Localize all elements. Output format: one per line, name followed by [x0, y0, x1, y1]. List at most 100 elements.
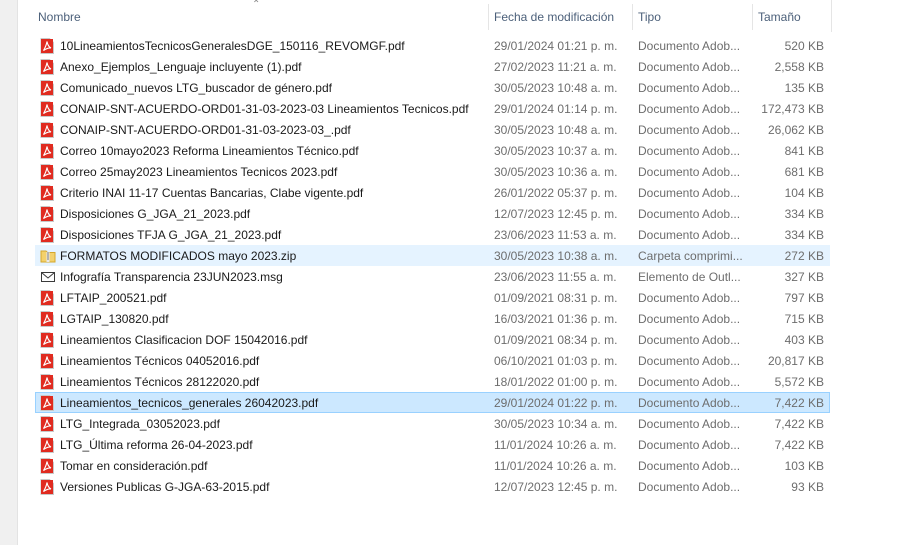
file-type: Documento Adob...: [638, 333, 741, 347]
file-modified-date: 23/06/2023 11:53 a. m.: [494, 228, 617, 242]
pdf-icon: [40, 290, 56, 306]
file-name: Correo 10mayo2023 Reforma Lineamientos T…: [60, 144, 359, 158]
pdf-icon: [40, 206, 56, 222]
file-name: LFTAIP_200521.pdf: [60, 291, 167, 305]
pdf-icon: [40, 311, 56, 327]
column-header-bar: Nombre ⌃ Fecha de modificación Tipo Tama…: [32, 0, 832, 32]
file-size: 135 KB: [784, 81, 824, 95]
file-type: Documento Adob...: [638, 81, 741, 95]
file-type: Documento Adob...: [638, 312, 741, 326]
file-type: Documento Adob...: [638, 186, 741, 200]
file-type: Documento Adob...: [638, 417, 741, 431]
file-size: 403 KB: [784, 333, 824, 347]
file-row[interactable]: Comunicado_nuevos LTG_buscador de género…: [35, 77, 830, 98]
file-row[interactable]: LTG_Integrada_03052023.pdf 30/05/2023 10:…: [35, 413, 830, 434]
file-modified-date: 29/01/2024 01:22 p. m.: [494, 396, 618, 410]
file-row[interactable]: Anexo_Ejemplos_Lenguaje incluyente (1).p…: [35, 56, 830, 77]
column-header-date-label: Fecha de modificación: [494, 10, 615, 24]
column-header-date[interactable]: Fecha de modificación: [488, 0, 632, 32]
file-name: Correo 25may2023 Lineamientos Tecnicos 2…: [60, 165, 338, 179]
file-row[interactable]: Lineamientos Técnicos 28122020.pdf 18/01/…: [35, 371, 830, 392]
file-modified-date: 30/05/2023 10:34 a. m.: [494, 417, 618, 431]
file-modified-date: 01/09/2021 08:34 p. m.: [494, 333, 618, 347]
pdf-icon: [40, 416, 56, 432]
file-row[interactable]: LFTAIP_200521.pdf 01/09/2021 08:31 p. m. D…: [35, 287, 830, 308]
file-name: Anexo_Ejemplos_Lenguaje incluyente (1).p…: [60, 60, 302, 74]
column-header-name[interactable]: Nombre ⌃: [32, 0, 490, 32]
file-name: Criterio INAI 11-17 Cuentas Bancarias, C…: [60, 186, 364, 200]
file-type: Documento Adob...: [638, 123, 741, 137]
file-type: Documento Adob...: [638, 354, 741, 368]
file-row[interactable]: FORMATOS MODIFICADOS mayo 2023.zip 30/05/…: [35, 245, 830, 266]
pdf-icon: [40, 80, 56, 96]
column-header-size-label: Tamaño: [758, 10, 801, 24]
file-type: Documento Adob...: [638, 396, 741, 410]
file-name: Lineamientos_tecnicos_generales 26042023…: [60, 396, 319, 410]
file-row[interactable]: Correo 25may2023 Lineamientos Tecnicos 2…: [35, 161, 830, 182]
pdf-icon: [40, 353, 56, 369]
file-name: Lineamientos Técnicos 28122020.pdf: [60, 375, 260, 389]
file-modified-date: 06/10/2021 01:03 p. m.: [494, 354, 618, 368]
file-type: Documento Adob...: [638, 207, 741, 221]
file-row[interactable]: LGTAIP_130820.pdf 16/03/2021 01:36 p. m. D…: [35, 308, 830, 329]
file-row[interactable]: Lineamientos Técnicos 04052016.pdf 06/10/…: [35, 350, 830, 371]
file-name: Lineamientos Clasificacion DOF 15042016.…: [60, 333, 308, 347]
column-header-type-label: Tipo: [638, 10, 661, 24]
file-type: Documento Adob...: [638, 375, 741, 389]
file-row[interactable]: CONAIP-SNT-ACUERDO-ORD01-31-03-2023-03 L…: [35, 98, 830, 119]
file-row[interactable]: Infografía Transparencia 23JUN2023.msg 23…: [35, 266, 830, 287]
file-modified-date: 29/01/2024 01:21 p. m.: [494, 39, 618, 53]
column-header-size[interactable]: Tamaño: [752, 0, 832, 32]
file-size: 5,572 KB: [774, 375, 824, 389]
file-row[interactable]: Lineamientos Clasificacion DOF 15042016.…: [35, 329, 830, 350]
file-row[interactable]: Disposiciones TFJA G_JGA_21_2023.pdf 23/0…: [35, 224, 830, 245]
pdf-icon: [40, 479, 56, 495]
pdf-icon: [40, 227, 56, 243]
file-size: 26,062 KB: [767, 123, 824, 137]
file-modified-date: 27/02/2023 11:21 a. m.: [494, 60, 617, 74]
file-size: 7,422 KB: [774, 438, 824, 452]
file-name: Comunicado_nuevos LTG_buscador de género…: [60, 81, 332, 95]
file-type: Documento Adob...: [638, 39, 741, 53]
file-row[interactable]: Lineamientos_tecnicos_generales 26042023…: [35, 392, 830, 413]
file-size: 2,558 KB: [774, 60, 824, 74]
file-name: FORMATOS MODIFICADOS mayo 2023.zip: [60, 249, 297, 263]
pdf-icon: [40, 437, 56, 453]
file-row[interactable]: Criterio INAI 11-17 Cuentas Bancarias, C…: [35, 182, 830, 203]
file-row[interactable]: Correo 10mayo2023 Reforma Lineamientos T…: [35, 140, 830, 161]
pdf-icon: [40, 332, 56, 348]
pdf-icon: [40, 458, 56, 474]
file-modified-date: 01/09/2021 08:31 p. m.: [494, 291, 618, 305]
file-row[interactable]: 10LineamientosTecnicosGeneralesDGE_15011…: [35, 35, 830, 56]
mail-icon: [40, 269, 56, 285]
file-type: Documento Adob...: [638, 228, 741, 242]
file-modified-date: 23/06/2023 11:55 a. m.: [494, 270, 617, 284]
file-row[interactable]: CONAIP-SNT-ACUERDO-ORD01-31-03-2023-03_.…: [35, 119, 830, 140]
file-row[interactable]: LTG_Última reforma 26-04-2023.pdf 11/01/2…: [35, 434, 830, 455]
pdf-icon: [40, 395, 56, 411]
file-type: Documento Adob...: [638, 165, 741, 179]
file-size: 272 KB: [784, 249, 824, 263]
file-name: Tomar en consideración.pdf: [60, 459, 208, 473]
file-size: 681 KB: [784, 165, 824, 179]
file-row[interactable]: Disposiciones G_JGA_21_2023.pdf 12/07/202…: [35, 203, 830, 224]
file-size: 334 KB: [784, 207, 824, 221]
file-name: Infografía Transparencia 23JUN2023.msg: [60, 270, 283, 284]
zip-folder-icon: [40, 248, 56, 264]
pdf-icon: [40, 122, 56, 138]
file-modified-date: 29/01/2024 01:14 p. m.: [494, 102, 618, 116]
file-size: 797 KB: [784, 291, 824, 305]
file-name: 10LineamientosTecnicosGeneralesDGE_15011…: [60, 39, 405, 53]
file-type: Documento Adob...: [638, 459, 741, 473]
file-type: Documento Adob...: [638, 60, 741, 74]
file-modified-date: 26/01/2022 05:37 p. m.: [494, 186, 618, 200]
column-header-type[interactable]: Tipo: [632, 0, 752, 32]
column-header-name-label: Nombre: [38, 10, 81, 24]
file-type: Elemento de Outl...: [638, 270, 741, 284]
pdf-icon: [40, 101, 56, 117]
file-row[interactable]: Tomar en consideración.pdf 11/01/2024 10:…: [35, 455, 830, 476]
sort-ascending-icon: ⌃: [252, 0, 261, 10]
file-type: Documento Adob...: [638, 102, 741, 116]
file-row[interactable]: Versiones Publicas G-JGA-63-2015.pdf 12/0…: [35, 476, 830, 497]
file-type: Documento Adob...: [638, 480, 741, 494]
